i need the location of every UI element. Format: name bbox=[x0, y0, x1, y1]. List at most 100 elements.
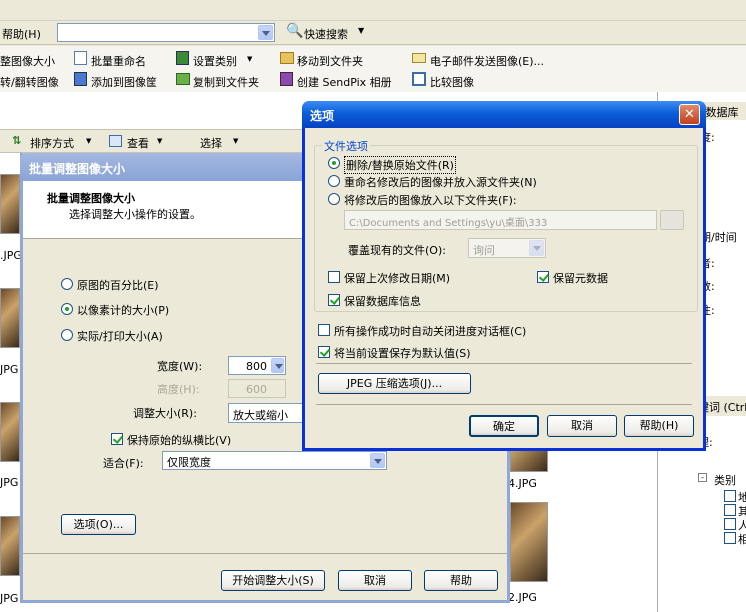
thumbnail-label: 2.JPG bbox=[508, 591, 537, 604]
tree-item[interactable]: 相 bbox=[738, 531, 746, 547]
cancel-button[interactable]: 取消 bbox=[338, 570, 412, 591]
tool-batch-rename[interactable]: 批量重命名 bbox=[91, 53, 146, 69]
close-icon[interactable]: ✕ bbox=[679, 104, 700, 125]
fit-label: 适合(F): bbox=[103, 457, 144, 470]
toolbar: 整图像大小 批量重命名 设置类别 ▼ 移动到文件夹 电子邮件发送图像(E)...… bbox=[0, 46, 746, 92]
resize-select[interactable]: 放大或缩小 bbox=[228, 403, 306, 423]
tree-root[interactable]: 类别 bbox=[714, 472, 736, 488]
options-help-button[interactable]: 帮助(H) bbox=[624, 415, 694, 437]
keep-date-checkbox[interactable] bbox=[328, 271, 340, 283]
tool-move-to-folder[interactable]: 移动到文件夹 bbox=[297, 53, 363, 69]
help-button[interactable]: 帮助 bbox=[424, 570, 498, 591]
dialog-title: 批量调整图像大小 bbox=[29, 162, 126, 176]
keep-ratio-checkbox[interactable] bbox=[111, 433, 123, 445]
radio-to-folder[interactable] bbox=[328, 193, 340, 205]
chevron-down-icon[interactable] bbox=[258, 25, 273, 40]
thumbnail[interactable] bbox=[510, 502, 548, 582]
thumbnail[interactable] bbox=[0, 402, 20, 462]
keep-db-label[interactable]: 保留数据库信息 bbox=[344, 293, 421, 309]
overwrite-select[interactable]: 询问 bbox=[468, 238, 546, 258]
tool-add-to-tray[interactable]: 添加到图像筐 bbox=[91, 74, 157, 90]
quick-search-button[interactable]: 快速搜索 bbox=[304, 26, 348, 42]
resize-value: 放大或缩小 bbox=[233, 409, 288, 422]
thumbnail-label: 4.JPG bbox=[508, 477, 537, 490]
start-resize-button[interactable]: 开始调整大小(S) bbox=[221, 570, 325, 591]
radio-to-folder-label[interactable]: 将修改后的图像放入以下文件夹(F): bbox=[344, 192, 517, 208]
fit-select[interactable]: 仅限宽度 bbox=[162, 451, 387, 470]
overwrite-label: 覆盖现有的文件(O): bbox=[348, 244, 446, 257]
move-folder-icon bbox=[280, 52, 294, 64]
overwrite-value: 询问 bbox=[473, 244, 495, 257]
browse-folder-icon[interactable] bbox=[660, 210, 684, 230]
spin-icon[interactable] bbox=[271, 358, 284, 373]
view-icon bbox=[109, 135, 122, 147]
copy-folder-icon bbox=[176, 73, 190, 85]
tool-compare[interactable]: 比较图像 bbox=[430, 74, 474, 90]
keep-db-checkbox[interactable] bbox=[328, 294, 340, 306]
radio-rename-label[interactable]: 重命名修改后的图像并放入源文件夹(N) bbox=[344, 174, 537, 190]
radio-replace-label[interactable]: 删除/替换原始文件(R) bbox=[344, 156, 456, 174]
width-input[interactable]: 800 bbox=[228, 356, 286, 375]
group-title: 文件选项 bbox=[322, 138, 370, 154]
tree-checkbox[interactable] bbox=[724, 532, 736, 544]
options-titlebar: 选项 ✕ bbox=[302, 101, 706, 128]
chevron-down-icon[interactable]: ▼ bbox=[157, 137, 162, 145]
radio-rename-source[interactable] bbox=[328, 175, 340, 187]
view-button[interactable]: 查看 bbox=[127, 135, 149, 151]
header-title: 批量调整图像大小 bbox=[47, 192, 135, 205]
keep-metadata-label[interactable]: 保留元数据 bbox=[553, 270, 608, 286]
save-default-label[interactable]: 将当前设置保存为默认值(S) bbox=[334, 345, 471, 361]
chevron-down-icon[interactable] bbox=[529, 240, 544, 256]
folder-path-select[interactable]: C:\Documents and Settings\yu\桌面\333 bbox=[344, 210, 657, 230]
chevron-down-icon[interactable]: ▼ bbox=[358, 26, 364, 35]
view-toolbar: ⇅ 排序方式 ▼ 查看 ▼ 选择 ▼ bbox=[0, 129, 320, 153]
chevron-down-icon[interactable]: ▼ bbox=[247, 55, 252, 63]
ok-button[interactable]: 确定 bbox=[469, 415, 539, 437]
tool-resize[interactable]: 整图像大小 bbox=[0, 53, 55, 69]
tool-set-category[interactable]: 设置类别 bbox=[193, 53, 237, 69]
tool-copy-to-folder[interactable]: 复制到文件夹 bbox=[193, 74, 259, 90]
menubar: 帮助(H) 🔍 快速搜索 ▼ bbox=[0, 21, 746, 45]
radio-pixels-label[interactable]: 以像素计的大小(P) bbox=[77, 302, 169, 318]
sort-button[interactable]: 排序方式 bbox=[30, 135, 74, 151]
category-icon bbox=[176, 51, 189, 65]
keep-ratio-label[interactable]: 保持原始的纵横比(V) bbox=[127, 432, 231, 448]
radio-print-size-label[interactable]: 实际/打印大小(A) bbox=[77, 328, 163, 344]
radio-replace-original[interactable] bbox=[328, 157, 340, 169]
address-combo[interactable] bbox=[57, 23, 275, 42]
resize-label: 调整大小(R): bbox=[133, 407, 197, 420]
auto-close-checkbox[interactable] bbox=[318, 324, 330, 336]
tool-rotate[interactable]: 转/翻转图像 bbox=[0, 74, 59, 90]
tree-checkbox[interactable] bbox=[724, 490, 736, 502]
thumbnail[interactable] bbox=[0, 288, 20, 348]
sort-icon: ⇅ bbox=[12, 134, 22, 147]
compare-icon bbox=[412, 72, 426, 86]
tree-checkbox[interactable] bbox=[724, 504, 736, 516]
select-button[interactable]: 选择 bbox=[200, 135, 222, 151]
thumbnail-label: JPG bbox=[0, 363, 19, 376]
keep-date-label[interactable]: 保留上次修改日期(M) bbox=[344, 270, 450, 286]
tool-email[interactable]: 电子邮件发送图像(E)... bbox=[430, 53, 544, 69]
radio-percent-label[interactable]: 原图的百分比(E) bbox=[77, 277, 159, 293]
radio-print-size[interactable] bbox=[61, 329, 73, 341]
tree-checkbox[interactable] bbox=[724, 518, 736, 530]
thumbnail[interactable] bbox=[0, 516, 20, 576]
menu-help[interactable]: 帮助(H) bbox=[2, 26, 41, 42]
height-label: 高度(H): bbox=[157, 383, 200, 396]
options-cancel-button[interactable]: 取消 bbox=[547, 415, 617, 437]
height-input[interactable]: 600 bbox=[228, 379, 286, 398]
jpeg-options-button[interactable]: JPEG 压缩选项(J)... bbox=[318, 373, 471, 394]
radio-pixels[interactable] bbox=[61, 303, 73, 315]
chevron-down-icon[interactable] bbox=[370, 453, 385, 468]
thumbnail[interactable] bbox=[0, 174, 20, 234]
chevron-down-icon[interactable]: ▼ bbox=[233, 137, 238, 145]
auto-close-label[interactable]: 所有操作成功时自动关闭进度对话框(C) bbox=[334, 323, 526, 339]
save-default-checkbox[interactable] bbox=[318, 346, 330, 358]
expand-icon[interactable]: - bbox=[698, 473, 707, 482]
keep-metadata-checkbox[interactable] bbox=[537, 271, 549, 283]
tool-create-sendpix[interactable]: 创建 SendPix 相册 bbox=[297, 74, 392, 90]
width-label: 宽度(W): bbox=[157, 360, 203, 373]
chevron-down-icon[interactable]: ▼ bbox=[86, 137, 91, 145]
radio-percent[interactable] bbox=[61, 278, 73, 290]
options-button[interactable]: 选项(O)... bbox=[61, 514, 136, 535]
